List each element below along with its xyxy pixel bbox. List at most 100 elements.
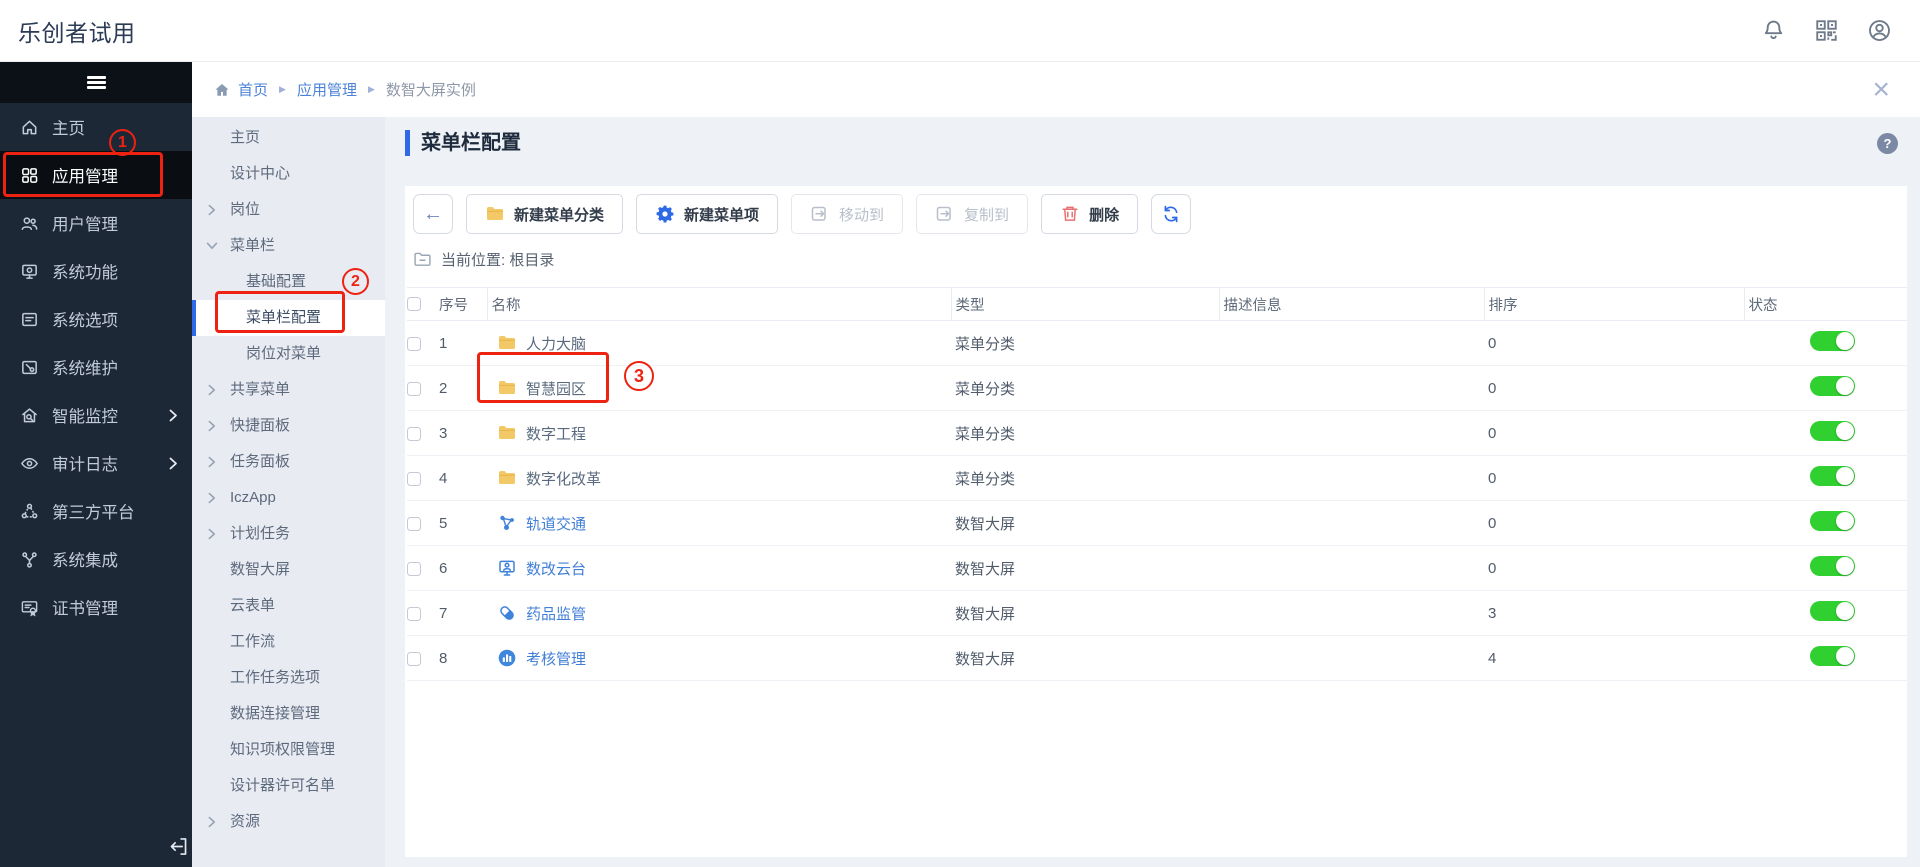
sidebar-item-5[interactable]: 系统选项 (0, 295, 192, 343)
sidebar-item-1[interactable]: 主页 (0, 103, 192, 151)
chart-circle-icon (497, 648, 517, 668)
sidebar-item-11[interactable]: 证书管理 (0, 583, 192, 631)
submenu-item-19[interactable]: 设计器许可名单 (192, 768, 385, 804)
smart-monitor-icon (20, 406, 39, 425)
status-toggle[interactable] (1810, 511, 1855, 531)
row-name-link[interactable]: 数改云台 (526, 558, 586, 579)
row-name-link[interactable]: 考核管理 (526, 648, 586, 669)
submenu-item-3[interactable]: 岗位 (192, 192, 385, 228)
move-to-button[interactable]: 移动到 (791, 194, 903, 234)
notification-bell-icon[interactable] (1761, 18, 1786, 43)
current-location-label: 当前位置: 根目录 (441, 249, 554, 270)
breadcrumb-app-mgmt-link[interactable]: 应用管理 (297, 79, 357, 100)
sidebar-item-9[interactable]: 第三方平台 (0, 487, 192, 535)
submenu-item-11[interactable]: IczApp (192, 480, 385, 516)
sidebar-item-3[interactable]: 用户管理 (0, 199, 192, 247)
sidebar-item-7[interactable]: 智能监控 (0, 391, 192, 439)
submenu-item-5[interactable]: 基础配置 (192, 264, 385, 300)
breadcrumb-current: 数智大屏实例 (386, 79, 476, 100)
submenu-item-14[interactable]: 云表单 (192, 588, 385, 624)
row-name-link[interactable]: 数字化改革 (526, 468, 601, 489)
chevron-right-icon (206, 242, 218, 250)
refresh-button[interactable] (1151, 194, 1191, 234)
submenu-item-7[interactable]: 岗位对菜单 (192, 336, 385, 372)
submenu-item-15[interactable]: 工作流 (192, 624, 385, 660)
sidebar-item-4[interactable]: 系统功能 (0, 247, 192, 295)
chevron-right-icon (208, 456, 216, 468)
gear-icon (655, 204, 675, 224)
close-icon[interactable]: × (1872, 75, 1890, 105)
content-panel: ← 新建菜单分类 新建菜单项 移动到 复制到 删除 当前位置: 根目录 (405, 186, 1907, 857)
submenu-item-4[interactable]: 菜单栏 (192, 228, 385, 264)
status-toggle[interactable] (1810, 331, 1855, 351)
row-name-link[interactable]: 轨道交通 (526, 513, 586, 534)
row-checkbox[interactable] (407, 562, 421, 576)
row-checkbox[interactable] (407, 382, 421, 396)
status-toggle[interactable] (1810, 556, 1855, 576)
submenu-item-2[interactable]: 设计中心 (192, 156, 385, 192)
submenu-item-12[interactable]: 计划任务 (192, 516, 385, 552)
row-checkbox[interactable] (407, 472, 421, 486)
chevron-right-icon (208, 816, 216, 828)
submenu-item-1[interactable]: 主页 (192, 120, 385, 156)
status-toggle[interactable] (1810, 466, 1855, 486)
column-header-status: 状态 (1744, 288, 1907, 321)
list-icon (20, 310, 39, 329)
delete-button[interactable]: 删除 (1041, 194, 1138, 234)
qr-grid-icon[interactable] (1814, 18, 1839, 43)
select-all-checkbox[interactable] (407, 297, 421, 311)
row-checkbox[interactable] (407, 652, 421, 666)
app-grid-icon (20, 166, 39, 185)
status-toggle[interactable] (1810, 646, 1855, 666)
help-icon[interactable]: ? (1877, 133, 1898, 154)
status-toggle[interactable] (1810, 421, 1855, 441)
submenu-item-17[interactable]: 数据连接管理 (192, 696, 385, 732)
sidebar-collapse-button[interactable] (0, 62, 192, 103)
column-header-type: 类型 (951, 288, 1219, 321)
submenu-item-13[interactable]: 数智大屏 (192, 552, 385, 588)
copy-to-button[interactable]: 复制到 (916, 194, 1028, 234)
new-menu-item-button[interactable]: 新建菜单项 (636, 194, 778, 234)
menu-table: 序号 名称 类型 描述信息 排序 状态 1 人力大脑 菜单分类 0 (407, 287, 1907, 681)
row-checkbox[interactable] (407, 517, 421, 531)
row-name-link[interactable]: 人力大脑 (526, 333, 586, 354)
submenu-item-20[interactable]: 资源 (192, 804, 385, 840)
wrench-icon (20, 358, 39, 377)
chevron-right-icon (208, 492, 216, 504)
folder-icon (497, 333, 517, 353)
breadcrumb-separator-icon: ▶ (368, 84, 375, 95)
user-avatar-icon[interactable] (1867, 18, 1892, 43)
move-icon (810, 204, 830, 224)
app-logo: 乐创者试用 (18, 14, 136, 48)
chevron-right-icon (169, 457, 178, 470)
sidebar-item-6[interactable]: 系统维护 (0, 343, 192, 391)
row-name-link[interactable]: 药品监管 (526, 603, 586, 624)
submenu-item-16[interactable]: 工作任务选项 (192, 660, 385, 696)
breadcrumb-home-link[interactable]: 首页 (238, 79, 268, 100)
chevron-right-icon (208, 384, 216, 396)
submenu-item-10[interactable]: 任务面板 (192, 444, 385, 480)
submenu-item-6[interactable]: 菜单栏配置 (192, 300, 385, 336)
back-button[interactable]: ← (413, 194, 453, 234)
logout-exit-icon[interactable] (168, 836, 189, 857)
top-bar: 乐创者试用 (0, 0, 1920, 62)
row-checkbox[interactable] (407, 337, 421, 351)
submenu-item-9[interactable]: 快捷面板 (192, 408, 385, 444)
row-checkbox[interactable] (407, 607, 421, 621)
folder-icon (497, 423, 517, 443)
row-name-link[interactable]: 智慧园区 (526, 378, 586, 399)
row-name-link[interactable]: 数字工程 (526, 423, 586, 444)
sidebar-item-10[interactable]: 系统集成 (0, 535, 192, 583)
sidebar-item-2[interactable]: 应用管理 (0, 151, 192, 199)
column-header-sort: 排序 (1484, 288, 1744, 321)
submenu-item-18[interactable]: 知识项权限管理 (192, 732, 385, 768)
table-header-row: 序号 名称 类型 描述信息 排序 状态 (407, 288, 1907, 321)
chevron-right-icon (208, 204, 216, 216)
submenu-item-8[interactable]: 共享菜单 (192, 372, 385, 408)
status-toggle[interactable] (1810, 376, 1855, 396)
row-checkbox[interactable] (407, 427, 421, 441)
new-menu-category-button[interactable]: 新建菜单分类 (466, 194, 623, 234)
sidebar-item-8[interactable]: 审计日志 (0, 439, 192, 487)
table-row-5: 5 轨道交通 数智大屏 0 (407, 501, 1907, 546)
status-toggle[interactable] (1810, 601, 1855, 621)
